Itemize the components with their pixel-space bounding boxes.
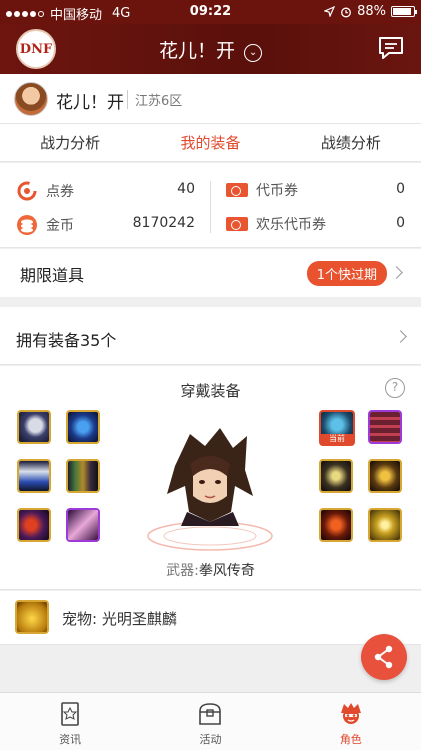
tab-record-analysis[interactable]: 战绩分析 — [281, 124, 421, 161]
equip-slot-belt[interactable] — [66, 459, 100, 493]
chevron-right-icon — [390, 266, 403, 279]
worn-equipment-title: 穿戴装备 — [180, 382, 241, 400]
section-gap — [0, 297, 421, 307]
equip-slot-top[interactable] — [66, 410, 100, 444]
character-icon — [340, 703, 361, 724]
tab-character-label: 角色 — [339, 733, 362, 746]
limited-items-label: 期限道具 — [20, 266, 85, 285]
gold-value: 8170242 — [132, 215, 195, 231]
nav-title: 花儿！开 — [158, 40, 235, 62]
points-item: 点券 — [16, 180, 74, 202]
limited-items-row[interactable]: 期限道具 1个快过期 — [0, 249, 421, 297]
happy-voucher-item: 欢乐代币券 — [226, 214, 326, 234]
happy-voucher-icon — [226, 217, 248, 231]
pet-row[interactable]: 宠物: 光明圣麒麟 — [0, 591, 421, 645]
chevron-down-icon: ⌄ — [244, 44, 263, 62]
current-tag: 当前 — [321, 434, 353, 444]
bottom-tab-bar: 资讯 活动 角色 — [0, 692, 421, 750]
equip-slot-shoes[interactable] — [17, 508, 51, 542]
equip-slot-shoulder[interactable] — [17, 410, 51, 444]
voucher-label: 代币券 — [256, 183, 298, 199]
message-icon[interactable] — [377, 35, 405, 61]
help-icon[interactable]: ? — [385, 378, 405, 398]
tab-my-equipment[interactable]: 我的装备 — [140, 124, 280, 161]
owned-equipment-row[interactable]: 拥有装备35个 — [0, 307, 421, 365]
battery-icon — [391, 6, 417, 17]
gold-label: 金币 — [46, 218, 74, 234]
equip-slot-title[interactable] — [66, 508, 100, 542]
equip-slot-bottom[interactable] — [17, 459, 51, 493]
top-nav-bar: DNF 花儿！开 ⌄ — [0, 24, 421, 74]
location-icon — [324, 6, 336, 17]
tab-news-label: 资讯 — [59, 733, 82, 746]
voucher-icon — [226, 183, 248, 197]
points-label: 点券 — [46, 184, 74, 200]
owned-equipment-label: 拥有装备35个 — [16, 331, 117, 350]
gold-coin-icon — [17, 215, 37, 235]
character-portrait — [147, 428, 273, 551]
voucher-item: 代币券 — [226, 180, 298, 200]
gold-item: 金币 — [16, 214, 74, 236]
pet-label: 宠物: 光明圣麒麟 — [62, 610, 177, 628]
tab-activities[interactable]: 活动 — [140, 693, 280, 750]
tab-activities-label: 活动 — [199, 733, 222, 746]
weapon-name: 拳风传奇 — [198, 563, 255, 579]
happy-voucher-label: 欢乐代币券 — [256, 217, 326, 233]
happy-voucher-value: 0 — [396, 215, 405, 231]
role-switcher[interactable]: 花儿！开 ⌄ — [0, 36, 421, 63]
voucher-value: 0 — [396, 181, 405, 197]
profile-row[interactable]: 花儿！开 江苏6区 — [0, 74, 421, 124]
chest-icon — [199, 703, 222, 725]
alarm-icon — [341, 7, 352, 17]
points-icon — [17, 181, 37, 201]
weapon-caption: 武器:拳风传奇 — [0, 560, 421, 580]
news-icon — [61, 702, 79, 726]
weapon-prefix: 武器: — [166, 563, 199, 579]
status-bar: 中国移动 4G 09:22 88% — [0, 0, 421, 24]
expiring-badge: 1个快过期 — [306, 261, 387, 286]
divider — [210, 181, 211, 233]
section-tabs: 战力分析 我的装备 战绩分析 — [0, 124, 421, 162]
equip-slot-title-2[interactable] — [368, 410, 402, 444]
equip-slot-auxiliary[interactable] — [368, 508, 402, 542]
equip-slot-ring[interactable] — [319, 508, 353, 542]
equip-slot-weapon[interactable]: 当前 — [319, 410, 355, 446]
avatar — [14, 82, 48, 116]
share-icon — [374, 645, 393, 669]
chevron-right-icon — [394, 330, 407, 343]
currency-panel: 点券 40 金币 8170242 代币券 0 欢乐代币券 0 — [0, 163, 421, 248]
worn-equipment-panel: 穿戴装备 ? 当前 武器:拳风传奇 — [0, 366, 421, 590]
share-button[interactable] — [361, 634, 407, 680]
battery-percent: 88% — [357, 4, 386, 19]
equip-slot-necklace[interactable] — [319, 459, 353, 493]
tab-news[interactable]: 资讯 — [0, 693, 140, 750]
server-label: 江苏6区 — [127, 90, 182, 109]
equip-slot-bracelet[interactable] — [368, 459, 402, 493]
tab-character[interactable]: 角色 — [281, 693, 421, 750]
points-value: 40 — [177, 181, 195, 197]
profile-name: 花儿！开 — [56, 93, 124, 113]
pet-image — [15, 600, 49, 634]
tab-power-analysis[interactable]: 战力分析 — [0, 124, 140, 161]
